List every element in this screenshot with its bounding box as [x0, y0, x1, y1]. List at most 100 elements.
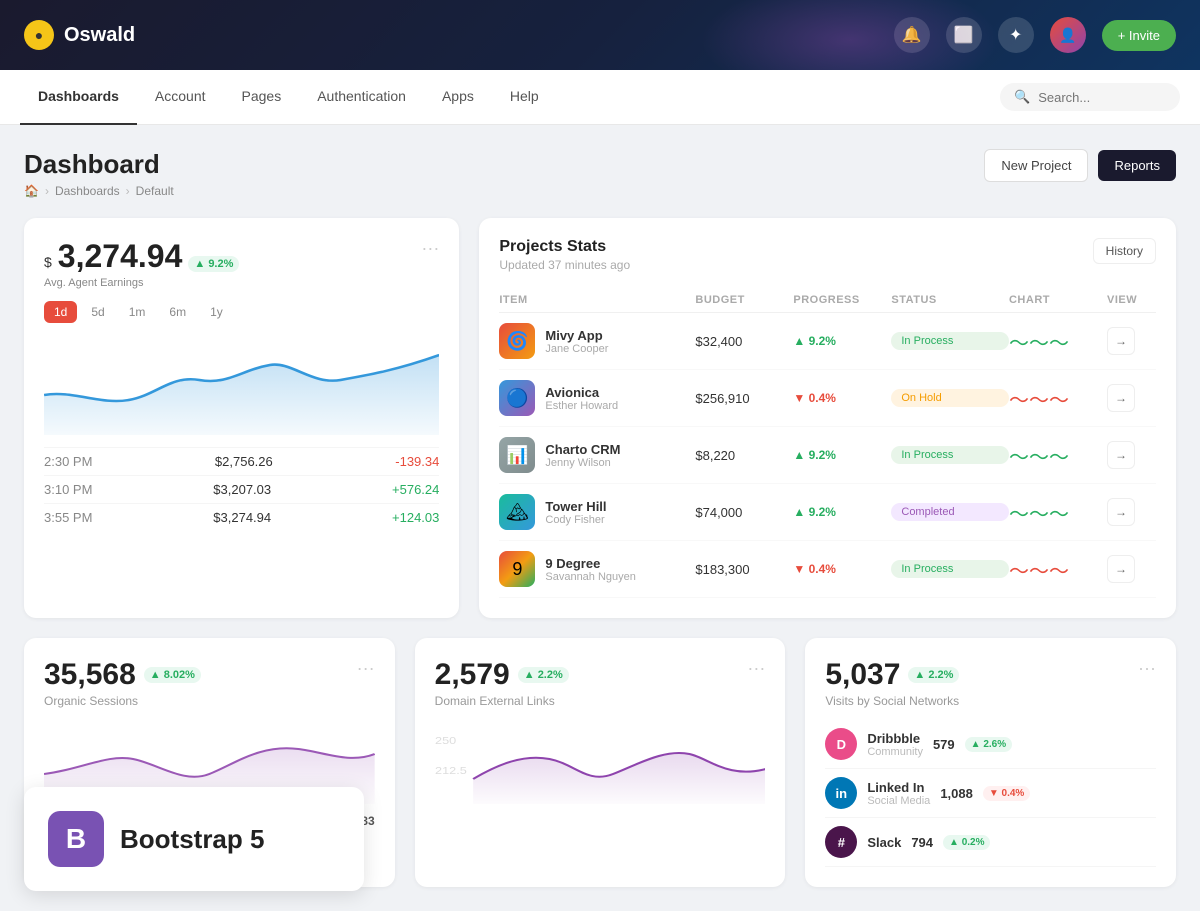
project-icon-9degree: 9: [499, 551, 535, 587]
invite-button[interactable]: + Invite: [1102, 20, 1176, 51]
earnings-card: ··· $ 3,274.94 ▲ 9.2% Avg. Agent Earning…: [24, 218, 459, 618]
view-btn-charto[interactable]: →: [1107, 441, 1135, 469]
topbar: ● Oswald 🔔 ⬜ ✦ 👤 + Invite: [0, 0, 1200, 70]
social-row-slack: # Slack 794 ▲ 0.2%: [825, 818, 1156, 867]
organic-badge: ▲ 8.02%: [144, 667, 201, 683]
status-badge-completed: Completed: [891, 503, 1009, 521]
earnings-badge: ▲ 9.2%: [188, 256, 239, 272]
new-project-button[interactable]: New Project: [984, 149, 1088, 182]
more-options-icon-4[interactable]: ···: [1138, 658, 1156, 679]
stat-row-2: 3:10 PM $3,207.03 +576.24: [44, 475, 439, 503]
organic-label: Organic Sessions: [44, 694, 375, 708]
social-label: Visits by Social Networks: [825, 694, 1156, 708]
social-value: 5,037: [825, 658, 900, 692]
cards-row-1: ··· $ 3,274.94 ▲ 9.2% Avg. Agent Earning…: [24, 218, 1176, 618]
social-row-linkedin: in Linked In Social Media 1,088 ▼ 0.4%: [825, 769, 1156, 818]
topbar-actions: 🔔 ⬜ ✦ 👤 + Invite: [894, 17, 1176, 53]
nav-item-account[interactable]: Account: [137, 70, 224, 125]
col-progress: PROGRESS: [793, 294, 891, 306]
header-buttons: New Project Reports: [984, 149, 1176, 182]
mini-chart-avionica: 〜〜〜: [1009, 384, 1107, 413]
notifications-icon[interactable]: 🔔: [894, 17, 930, 53]
stat-row-1: 2:30 PM $2,756.26 -139.34: [44, 447, 439, 475]
breadcrumb: 🏠 › Dashboards › Default: [24, 184, 174, 198]
reports-button[interactable]: Reports: [1098, 150, 1176, 181]
project-icon-mivy: 🌀: [499, 323, 535, 359]
filter-1d[interactable]: 1d: [44, 301, 77, 323]
svg-text:250: 250: [435, 736, 456, 746]
search-icon: 🔍: [1014, 89, 1030, 105]
col-budget: BUDGET: [695, 294, 793, 306]
display-icon[interactable]: ⬜: [946, 17, 982, 53]
col-chart: CHART: [1009, 294, 1107, 306]
status-badge-inprocess: In Process: [891, 446, 1009, 464]
project-icon-avionica: 🔵: [499, 380, 535, 416]
logo-icon: ●: [24, 20, 54, 50]
social-list: D Dribbble Community 579 ▲ 2.6% in Linke…: [825, 720, 1156, 867]
view-btn-avionica[interactable]: →: [1107, 384, 1135, 412]
avatar[interactable]: 👤: [1050, 17, 1086, 53]
col-item: ITEM: [499, 294, 695, 306]
social-networks-card: ··· 5,037 ▲ 2.2% Visits by Social Networ…: [805, 638, 1176, 887]
search-box: 🔍: [1000, 83, 1180, 111]
mini-chart-charto: 〜〜〜: [1009, 441, 1107, 470]
nav-item-apps[interactable]: Apps: [424, 70, 492, 125]
table-header: ITEM BUDGET PROGRESS STATUS CHART VIEW: [499, 288, 1156, 313]
project-icon-charto: 📊: [499, 437, 535, 473]
view-btn-tower[interactable]: →: [1107, 498, 1135, 526]
table-row: 🔵 Avionica Esther Howard $256,910 ▼ 0.4%…: [499, 370, 1156, 427]
table-row: 🏔 Tower Hill Cody Fisher $74,000 ▲ 9.2% …: [499, 484, 1156, 541]
svg-text:212.5: 212.5: [435, 766, 467, 776]
bootstrap-text: Bootstrap 5: [120, 824, 264, 855]
more-options-icon-2[interactable]: ···: [357, 658, 375, 679]
secondary-nav: Dashboards Account Pages Authentication …: [0, 70, 1200, 125]
view-btn-9degree[interactable]: →: [1107, 555, 1135, 583]
share-icon[interactable]: ✦: [998, 17, 1034, 53]
filter-1y[interactable]: 1y: [200, 301, 233, 323]
bootstrap-icon: B: [48, 811, 104, 867]
more-options-icon[interactable]: ···: [421, 238, 439, 259]
nav-item-authentication[interactable]: Authentication: [299, 70, 424, 125]
status-badge: In Process: [891, 560, 1009, 578]
search-input[interactable]: [1038, 90, 1166, 105]
social-badge: ▲ 2.2%: [908, 667, 959, 683]
earnings-chart: [44, 335, 439, 435]
status-badge: In Process: [891, 332, 1009, 350]
main-content: Dashboard 🏠 › Dashboards › Default New P…: [0, 125, 1200, 911]
status-badge: On Hold: [891, 389, 1009, 407]
earnings-label: Avg. Agent Earnings: [44, 277, 439, 289]
col-view: VIEW: [1107, 294, 1156, 306]
filter-5d[interactable]: 5d: [81, 301, 114, 323]
earnings-value: 3,274.94: [58, 238, 183, 275]
domain-badge: ▲ 2.2%: [518, 667, 569, 683]
filter-1m[interactable]: 1m: [119, 301, 156, 323]
mini-chart-mivy: 〜〜〜: [1009, 327, 1107, 356]
nav-item-dashboards[interactable]: Dashboards: [20, 70, 137, 125]
breadcrumb-dashboards: Dashboards: [55, 184, 120, 198]
filter-6m[interactable]: 6m: [159, 301, 196, 323]
earnings-amount: $ 3,274.94 ▲ 9.2%: [44, 238, 421, 275]
breadcrumb-home-icon: 🏠: [24, 184, 39, 198]
domain-value: 2,579: [435, 658, 510, 692]
domain-links-card: ··· 2,579 ▲ 2.2% Domain External Links 2…: [415, 638, 786, 887]
table-row: 9 9 Degree Savannah Nguyen $183,300 ▼ 0.…: [499, 541, 1156, 598]
view-btn-mivy[interactable]: →: [1107, 327, 1135, 355]
slack-icon: #: [825, 826, 857, 858]
organic-value: 35,568: [44, 658, 136, 692]
history-button[interactable]: History: [1093, 238, 1156, 264]
breadcrumb-default: Default: [136, 184, 174, 198]
stat-rows: 2:30 PM $2,756.26 -139.34 3:10 PM $3,207…: [44, 447, 439, 531]
time-filter: 1d 5d 1m 6m 1y: [44, 301, 439, 323]
more-options-icon-3[interactable]: ···: [747, 658, 765, 679]
bootstrap-promo: B Bootstrap 5: [24, 787, 364, 891]
projects-header: Projects Stats Updated 37 minutes ago Hi…: [499, 238, 1156, 272]
domain-label: Domain External Links: [435, 694, 766, 708]
nav-item-help[interactable]: Help: [492, 70, 557, 125]
logo-text: Oswald: [64, 24, 135, 47]
earnings-chart-svg: [44, 335, 439, 435]
table-row: 📊 Charto CRM Jenny Wilson $8,220 ▲ 9.2% …: [499, 427, 1156, 484]
mini-chart-tower: 〜〜〜: [1009, 498, 1107, 527]
page-title: Dashboard: [24, 149, 174, 180]
nav-item-pages[interactable]: Pages: [224, 70, 300, 125]
page-header: Dashboard 🏠 › Dashboards › Default New P…: [24, 149, 1176, 198]
